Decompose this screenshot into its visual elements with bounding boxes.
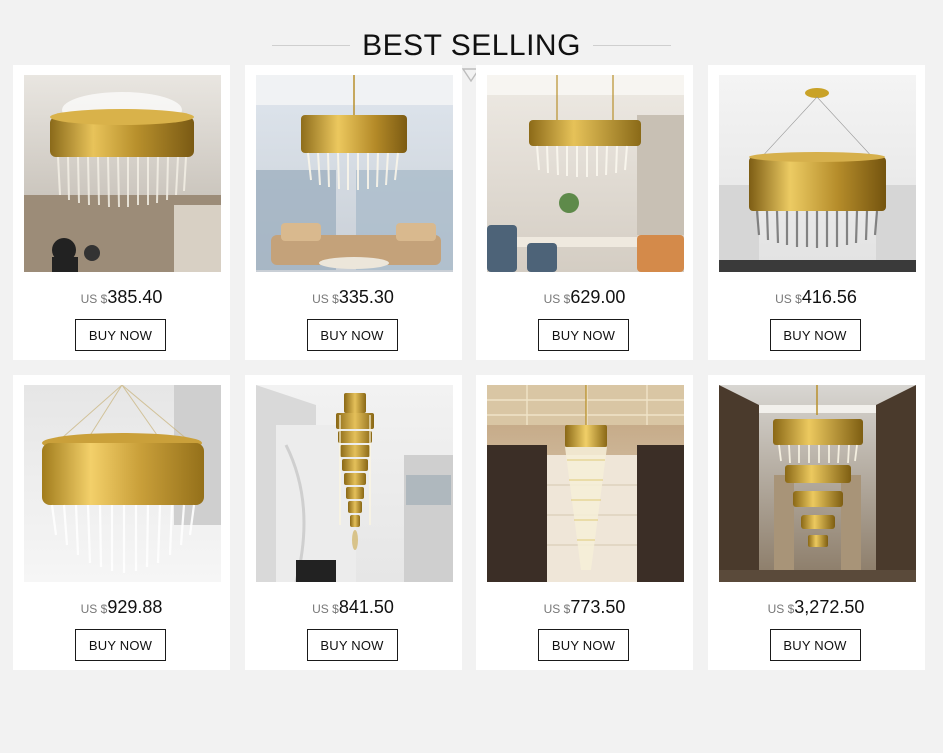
price-amount: 629.00 [570,287,626,307]
currency-label: US $ [312,292,339,306]
product-image[interactable] [255,385,453,582]
price-amount: 929.88 [107,597,163,617]
currency-label: US $ [543,602,571,616]
currency-label: US $ [767,602,795,616]
product-price: US $929.88 [13,597,230,618]
product-image[interactable] [718,75,916,272]
product-price: US $629.00 [476,287,693,308]
header-divider-right [593,45,671,46]
currency-label: US $ [775,292,802,306]
product-price: US $841.50 [245,597,462,618]
buy-now-button[interactable]: BUY NOW [306,319,398,351]
price-amount: 3,272.50 [794,597,865,617]
price-amount: 416.56 [801,287,857,307]
price-amount: 773.50 [570,597,626,617]
buy-now-button[interactable]: BUY NOW [538,319,629,351]
buy-now-button[interactable]: BUY NOW [769,629,861,661]
price-amount: 841.50 [338,597,394,617]
buy-now-button[interactable]: BUY NOW [75,629,166,661]
buy-now-button[interactable]: BUY NOW [75,319,166,351]
product-grid: US $385.40 BUY NOW US $335.30 BUY NOW US… [13,65,931,670]
product-card: US $929.88 BUY NOW [13,375,230,670]
product-card: US $773.50 BUY NOW [476,375,693,670]
product-card: US $3,272.50 BUY NOW [707,375,925,670]
product-image[interactable] [718,385,916,582]
product-image[interactable] [487,75,684,272]
currency-label: US $ [80,602,108,616]
currency-label: US $ [543,292,571,306]
buy-now-button[interactable]: BUY NOW [306,629,398,661]
product-card: US $416.56 BUY NOW [707,65,925,360]
product-image[interactable] [255,75,453,272]
buy-now-button[interactable]: BUY NOW [769,319,861,351]
product-price: US $3,272.50 [708,597,925,618]
product-card: US $629.00 BUY NOW [476,65,693,360]
product-image[interactable] [487,385,684,582]
product-card: US $841.50 BUY NOW [244,375,462,670]
product-price: US $385.40 [13,287,230,308]
product-price: US $773.50 [476,597,693,618]
header-divider-left [272,45,350,46]
price-amount: 385.40 [107,287,163,307]
product-card: US $335.30 BUY NOW [244,65,462,360]
product-image[interactable] [24,75,221,272]
currency-label: US $ [312,602,339,616]
buy-now-button[interactable]: BUY NOW [538,629,629,661]
section-title: BEST SELLING [362,29,581,62]
product-card: US $385.40 BUY NOW [13,65,230,360]
product-image[interactable] [24,385,221,582]
currency-label: US $ [80,292,108,306]
price-amount: 335.30 [338,287,394,307]
product-price: US $416.56 [708,287,925,308]
product-price: US $335.30 [245,287,462,308]
